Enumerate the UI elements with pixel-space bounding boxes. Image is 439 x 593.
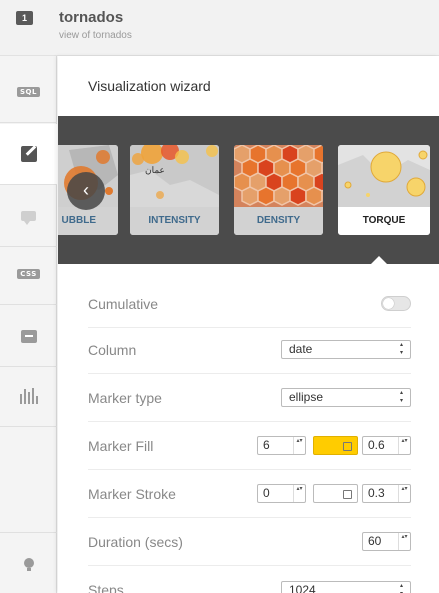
column-label: Column — [88, 341, 137, 358]
card-label: UBBLE — [58, 207, 118, 235]
duration-input[interactable]: 60 — [362, 532, 411, 551]
marker-fill-opacity-input[interactable]: 0.6 — [362, 436, 411, 455]
sql-icon: SQL — [17, 87, 40, 97]
marker-stroke-color-picker[interactable] — [313, 484, 358, 503]
selected-card-pointer — [371, 256, 387, 264]
lightbulb-icon — [23, 558, 34, 571]
pencil-icon — [20, 146, 37, 162]
marker-stroke-opacity-input[interactable]: 0.3 — [362, 484, 411, 503]
steps-select[interactable]: 1024 — [281, 580, 411, 593]
chevron-left-icon: ‹ — [83, 180, 89, 200]
row-cumulative: Cumulative — [88, 280, 411, 328]
intensity-thumbnail: عمان — [130, 145, 219, 207]
sidebar: SQL CSS — [0, 56, 57, 593]
visualization-carousel: UBBLE عمان INTENSITY DENSITY TORQUE — [58, 116, 439, 264]
card-label: DENSITY — [234, 207, 323, 235]
sidebar-item-sql[interactable]: SQL — [0, 62, 57, 123]
card-label: INTENSITY — [130, 207, 219, 235]
layer-subtitle: view of tornados — [59, 30, 132, 41]
torque-thumbnail — [338, 145, 430, 207]
sidebar-item-wizard[interactable] — [0, 124, 57, 185]
speech-bubble-icon — [21, 211, 36, 225]
cumulative-toggle[interactable] — [381, 296, 411, 311]
marker-type-label: Marker type — [88, 389, 162, 406]
density-thumbnail — [234, 145, 323, 207]
marker-fill-label: Marker Fill — [88, 437, 154, 454]
cumulative-label: Cumulative — [88, 295, 159, 312]
row-duration: Duration (secs) 60 — [88, 518, 411, 566]
layer-title[interactable]: tornados — [59, 9, 123, 26]
layer-number-badge: 1 — [16, 11, 33, 25]
marker-stroke-width-input[interactable]: 0 — [257, 484, 306, 503]
sidebar-item-legend[interactable] — [0, 306, 57, 367]
row-marker-fill: Marker Fill 6 0.6 — [88, 422, 411, 470]
bar-chart-icon — [19, 388, 38, 404]
map-label: عمان — [145, 165, 165, 175]
marker-type-select[interactable]: ellipse — [281, 388, 411, 407]
wizard-panel: Visualization wizard UBBLE عمان INTENSIT… — [58, 56, 439, 593]
duration-label: Duration (secs) — [88, 533, 183, 550]
marker-fill-color-picker[interactable] — [313, 436, 358, 455]
sidebar-item-tips[interactable] — [0, 532, 57, 593]
css-icon: CSS — [17, 269, 40, 279]
sidebar-item-filters[interactable] — [0, 366, 57, 427]
panel-title: Visualization wizard — [88, 78, 211, 94]
card-density[interactable]: DENSITY — [234, 145, 323, 235]
marker-fill-size-input[interactable]: 6 — [257, 436, 306, 455]
card-torque[interactable]: TORQUE — [338, 145, 430, 235]
card-label: TORQUE — [338, 207, 430, 235]
sidebar-item-css[interactable]: CSS — [0, 244, 57, 305]
carousel-prev-button[interactable]: ‹ — [67, 172, 105, 210]
marker-stroke-label: Marker Stroke — [88, 485, 176, 502]
row-steps: Steps 1024 — [88, 566, 411, 593]
layer-header: 1 tornados view of tornados — [0, 0, 439, 56]
row-marker-stroke: Marker Stroke 0 0.3 — [88, 470, 411, 518]
row-marker-type: Marker type ellipse — [88, 374, 411, 422]
legend-icon — [20, 329, 37, 343]
column-select[interactable]: date — [281, 340, 411, 359]
steps-label: Steps — [88, 582, 124, 593]
row-column: Column date — [88, 326, 411, 374]
card-intensity[interactable]: عمان INTENSITY — [130, 145, 219, 235]
sidebar-item-infowindow[interactable] — [0, 186, 57, 247]
